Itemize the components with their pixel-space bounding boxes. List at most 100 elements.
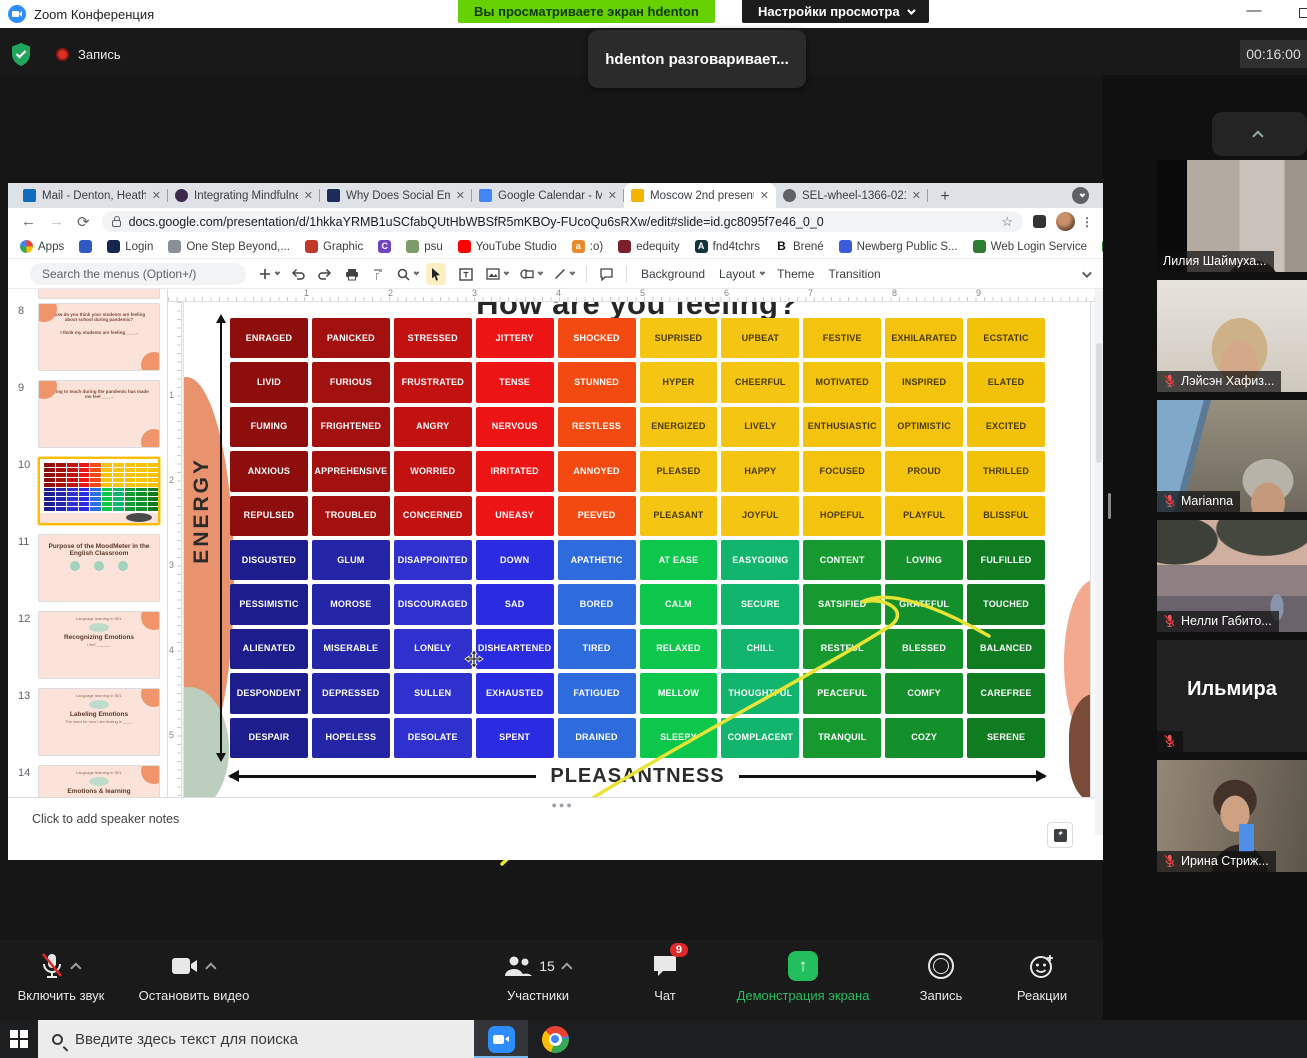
slide-thumbnail-partial[interactable] xyxy=(38,289,160,299)
toolbar-collapse-icon[interactable] xyxy=(1082,268,1092,278)
browser-tab[interactable]: Integrating Mindfulness an✕ xyxy=(168,183,320,208)
slide-canvas[interactable]: How are you feeling? ENERGY ENRAGEDPANIC… xyxy=(182,302,1103,797)
new-tab-button[interactable]: + xyxy=(934,186,956,208)
participant-tile[interactable]: Ильмира xyxy=(1157,640,1307,752)
bookmark-item[interactable]: psu xyxy=(406,240,443,253)
participants-button[interactable]: 15 Участники xyxy=(478,950,598,1003)
taskbar-chrome-app[interactable] xyxy=(528,1020,582,1058)
bookmark-item[interactable]: Login xyxy=(107,240,153,253)
slide-thumbnail-9[interactable]: Trying to teach during the pandemic has … xyxy=(38,380,160,448)
video-options-chevron[interactable] xyxy=(205,962,216,973)
unmute-button[interactable]: Включить звук xyxy=(6,950,116,1003)
participants-icon xyxy=(503,954,533,978)
bookmark-star-icon[interactable]: ☆ xyxy=(1001,214,1013,230)
slide-number: 9 xyxy=(18,382,24,394)
view-settings-button[interactable]: Настройки просмотра xyxy=(742,0,929,23)
canvas-scrollbar-thumb[interactable] xyxy=(1096,343,1102,463)
taskbar-search-box[interactable]: Введите здесь текст для поиска xyxy=(38,1020,474,1058)
tab-close-icon[interactable]: ✕ xyxy=(456,189,465,202)
slide-thumbnail-13[interactable]: Language learning in SELLabeling Emotion… xyxy=(38,688,160,756)
bookmark-item[interactable]: Apps xyxy=(20,240,64,253)
share-screen-button[interactable]: ↑ Демонстрация экрана xyxy=(718,950,888,1003)
participant-name: Marianna xyxy=(1181,494,1233,508)
slide-thumbnail-11[interactable]: Purpose of the MoodMeter in the English … xyxy=(38,534,160,602)
global-media-button[interactable] xyxy=(1072,187,1089,204)
browser-tab[interactable]: Mail - Denton, Heather - O✕ xyxy=(16,183,168,208)
slide-thumbnail-10[interactable] xyxy=(38,457,160,525)
participant-tile[interactable]: Ирина Стриж... xyxy=(1157,760,1307,872)
tab-close-icon[interactable]: ✕ xyxy=(152,189,161,202)
window-minimize-button[interactable]: — xyxy=(1246,2,1262,22)
undo-button[interactable] xyxy=(291,268,305,280)
redo-button[interactable] xyxy=(318,268,332,280)
print-button[interactable] xyxy=(345,268,359,281)
slide-thumbnail-12[interactable]: Language learning in SELRecognizing Emot… xyxy=(38,611,160,679)
recording-indicator[interactable]: Запись xyxy=(56,47,121,62)
forward-button[interactable]: → xyxy=(49,213,64,230)
comment-button[interactable] xyxy=(600,268,613,281)
participant-tile[interactable]: Нелли Габито... xyxy=(1157,520,1307,632)
theme-button[interactable]: Theme xyxy=(777,267,814,281)
stop-video-button[interactable]: Остановить видео xyxy=(128,950,260,1003)
tab-close-icon[interactable]: ✕ xyxy=(304,189,313,202)
browser-menu-button[interactable]: ⋮ xyxy=(1081,215,1093,229)
browser-tab[interactable]: Google Calendar - March 2✕ xyxy=(472,183,624,208)
extension-pin-icon[interactable] xyxy=(1033,215,1046,228)
bookmark-item[interactable]: BBrené xyxy=(775,240,824,253)
bookmark-item[interactable] xyxy=(79,240,92,253)
explore-button[interactable] xyxy=(1047,822,1073,848)
participant-tile[interactable]: Marianna xyxy=(1157,400,1307,512)
bookmark-item[interactable]: C xyxy=(378,240,391,253)
bookmark-item[interactable]: YouTube Studio xyxy=(458,240,557,253)
panel-resize-handle[interactable] xyxy=(1108,493,1111,519)
chat-button[interactable]: 9 Чат xyxy=(630,950,700,1003)
tab-close-icon[interactable]: ✕ xyxy=(608,189,617,202)
security-shield-icon[interactable] xyxy=(10,42,32,67)
browser-tab[interactable]: SEL-wheel-1366-0219.png✕ xyxy=(776,183,928,208)
background-button[interactable]: Background xyxy=(641,267,705,281)
text-box-button[interactable] xyxy=(459,268,473,281)
emotion-cell: SECURE xyxy=(721,584,799,624)
bookmark-item[interactable]: Web Login Service xyxy=(973,240,1087,253)
bookmark-item[interactable]: edequity xyxy=(618,240,679,253)
layout-button[interactable]: Layout xyxy=(719,267,763,281)
paint-format-button[interactable] xyxy=(372,268,384,281)
reload-button[interactable]: ⟳ xyxy=(77,213,90,231)
taskbar-zoom-app[interactable] xyxy=(474,1020,528,1058)
tab-close-icon[interactable]: ✕ xyxy=(760,189,769,202)
bookmark-item[interactable]: Graphic xyxy=(305,240,363,253)
participant-tile[interactable]: Лилия Шаймуха... xyxy=(1157,160,1307,272)
reactions-button[interactable]: Реакции xyxy=(1000,950,1084,1003)
select-tool-button[interactable] xyxy=(426,263,446,285)
transition-button[interactable]: Transition xyxy=(828,267,880,281)
insert-shape-button[interactable] xyxy=(520,268,541,280)
profile-avatar[interactable] xyxy=(1056,212,1075,231)
window-maximize-button[interactable] xyxy=(1299,8,1307,18)
address-bar[interactable]: docs.google.com/presentation/d/1hkkaYRMB… xyxy=(102,211,1023,232)
tab-close-icon[interactable]: ✕ xyxy=(912,189,921,202)
browser-tab[interactable]: Moscow 2nd presentation✕ xyxy=(624,183,776,208)
bookmark-item[interactable]: One Step Beyond,... xyxy=(168,240,290,253)
search-menus-input[interactable]: Search the menus (Option+/) xyxy=(30,263,246,285)
start-button[interactable] xyxy=(0,1020,38,1058)
bookmark-item[interactable]: a:o) xyxy=(572,240,603,253)
slide-thumbnail-8[interactable]: How do you think your students are feeli… xyxy=(38,303,160,371)
insert-line-button[interactable] xyxy=(554,268,573,280)
insert-image-button[interactable] xyxy=(486,268,507,280)
bookmark-favicon xyxy=(79,240,92,253)
record-button[interactable]: Запись xyxy=(905,950,977,1003)
speaker-notes-pane[interactable]: ●●● Click to add speaker notes xyxy=(8,797,1095,860)
new-slide-button[interactable] xyxy=(259,268,278,280)
current-slide[interactable]: How are you feeling? ENERGY ENRAGEDPANIC… xyxy=(184,302,1090,797)
collapse-videos-button[interactable] xyxy=(1212,112,1307,156)
audio-options-chevron[interactable] xyxy=(70,962,81,973)
back-button[interactable]: ← xyxy=(21,213,36,230)
emotion-cell: GRATEFUL xyxy=(885,584,963,624)
participants-options-chevron[interactable] xyxy=(561,962,572,973)
zoom-tool-button[interactable] xyxy=(397,268,417,281)
bookmark-item[interactable]: Afnd4tchrs xyxy=(695,240,760,253)
bookmark-item[interactable]: Newberg Public S... xyxy=(839,240,958,253)
participant-tile[interactable]: Лэйсэн Хафиз... xyxy=(1157,280,1307,392)
notes-resize-handle[interactable]: ●●● xyxy=(552,800,574,810)
browser-tab[interactable]: Why Does Social Emotiona✕ xyxy=(320,183,472,208)
